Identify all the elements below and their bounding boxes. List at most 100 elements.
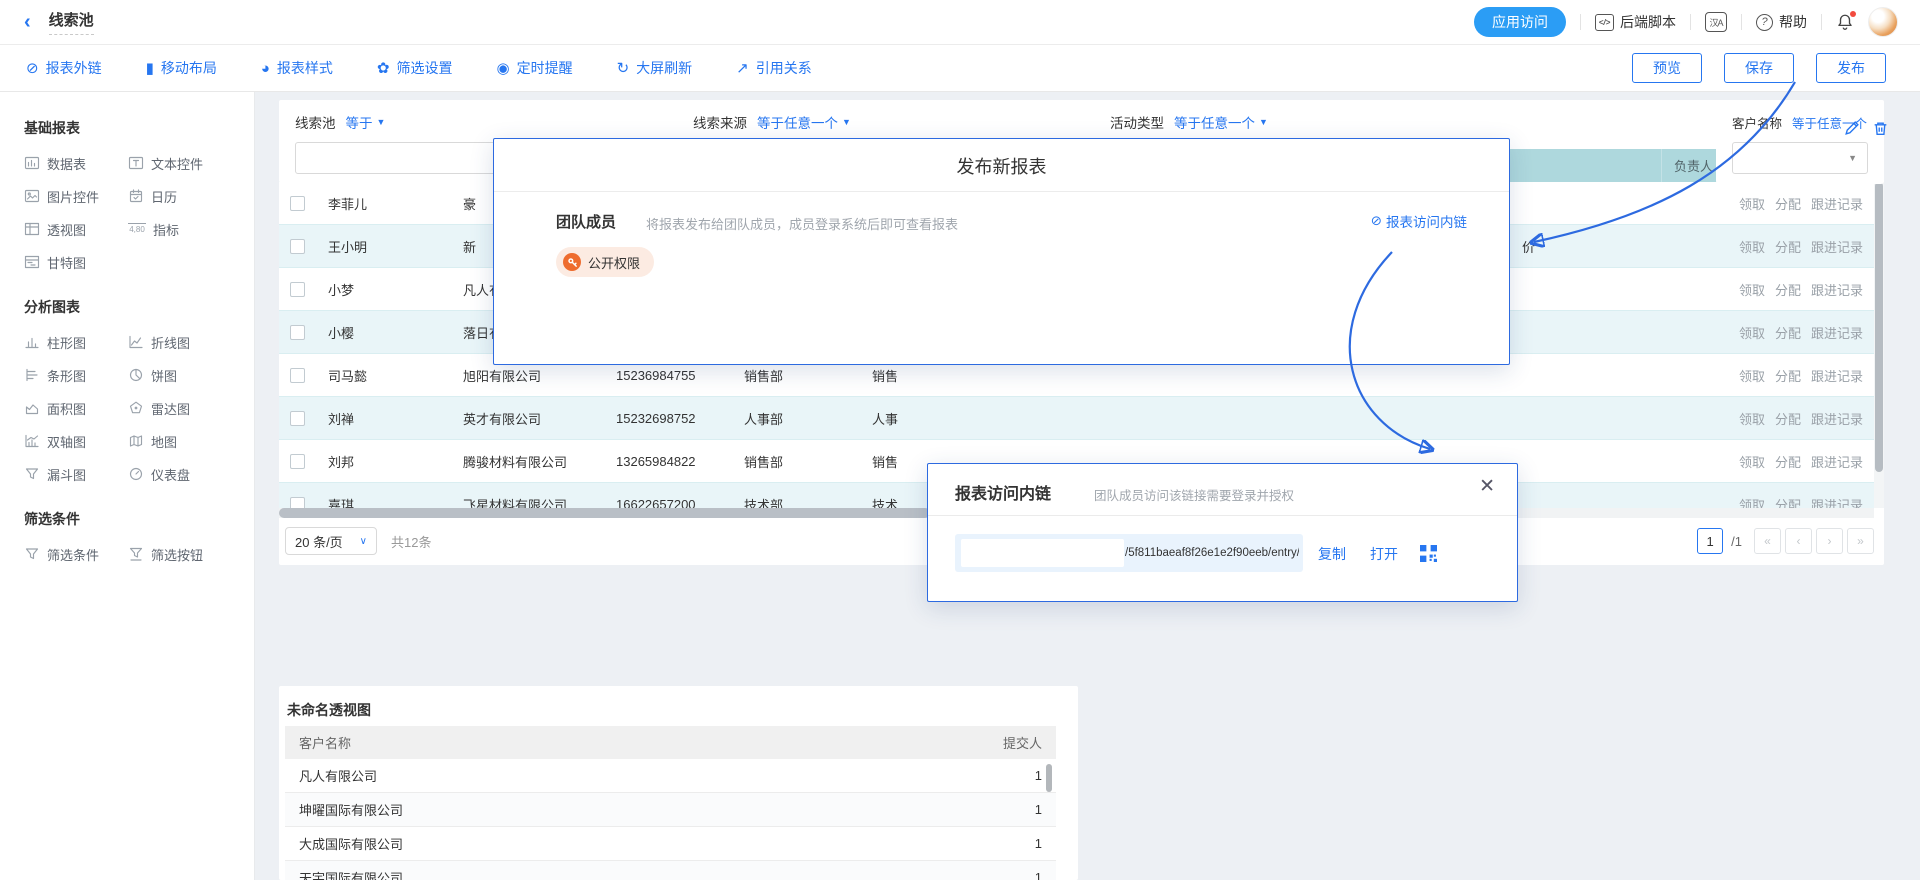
row-action-link[interactable]: 分配 xyxy=(1775,280,1801,299)
pager: 1 /1 « ‹ › » xyxy=(1697,528,1874,554)
row-action-link[interactable]: 分配 xyxy=(1775,237,1801,256)
row-action-link[interactable]: 领取 xyxy=(1739,495,1765,509)
row-checkbox[interactable] xyxy=(290,325,305,340)
filter-op-dropdown[interactable]: 等于任意一个▼ xyxy=(757,112,851,132)
row-action-link[interactable]: 领取 xyxy=(1739,194,1765,213)
toolbar-item-mobile-layout[interactable]: ▮移动布局 xyxy=(146,58,217,78)
sidebar-item-gantt[interactable]: 甘特图 xyxy=(24,253,128,271)
bar-chart-icon xyxy=(24,334,40,350)
notification-bell-icon[interactable] xyxy=(1836,13,1854,31)
open-button[interactable]: 打开 xyxy=(1370,544,1398,564)
filter-op-dropdown[interactable]: 等于▼ xyxy=(346,112,386,132)
row-action-link[interactable]: 分配 xyxy=(1775,323,1801,342)
sidebar-item-filter-button[interactable]: 筛选按钮 xyxy=(128,545,232,563)
current-page-input[interactable]: 1 xyxy=(1697,528,1723,554)
sidebar-item-hbar-chart[interactable]: 条形图 xyxy=(24,366,128,384)
row-checkbox[interactable] xyxy=(290,282,305,297)
report-access-link[interactable]: ⊘报表访问内链 xyxy=(1371,211,1467,231)
toolbar-item-reference-relation[interactable]: ↗引用关系 xyxy=(736,58,812,78)
row-action-link[interactable]: 跟进记录 xyxy=(1811,495,1863,509)
row-checkbox-cell xyxy=(279,354,316,396)
sidebar-item-calendar[interactable]: 日历 xyxy=(128,187,232,205)
next-page-button[interactable]: › xyxy=(1816,528,1843,554)
vertical-scrollbar-thumb[interactable] xyxy=(1875,182,1883,472)
sidebar-item-bar-chart[interactable]: 柱形图 xyxy=(24,333,128,351)
help-button[interactable]: ? 帮助 xyxy=(1756,12,1807,32)
sidebar-item-area-chart[interactable]: 面积图 xyxy=(24,399,128,417)
row-action-link[interactable]: 跟进记录 xyxy=(1811,323,1863,342)
sidebar-item-line-chart[interactable]: 折线图 xyxy=(128,333,232,351)
row-action-link[interactable]: 分配 xyxy=(1775,194,1801,213)
sidebar-item-image-widget[interactable]: 图片控件 xyxy=(24,187,128,205)
row-checkbox[interactable] xyxy=(290,196,305,211)
row-checkbox[interactable] xyxy=(290,239,305,254)
row-action-link[interactable]: 跟进记录 xyxy=(1811,409,1863,428)
back-button[interactable]: ‹ xyxy=(24,12,31,32)
row-checkbox[interactable] xyxy=(290,454,305,469)
toolbar-item-external-link[interactable]: ⊘报表外链 xyxy=(26,58,102,78)
save-button[interactable]: 保存 xyxy=(1724,53,1794,83)
prev-page-button[interactable]: ‹ xyxy=(1785,528,1812,554)
row-action-link[interactable]: 跟进记录 xyxy=(1811,237,1863,256)
sidebar-item-pie-chart[interactable]: 饼图 xyxy=(128,366,232,384)
avatar[interactable] xyxy=(1868,7,1898,37)
sidebar-item-dual-axis-chart[interactable]: 双轴图 xyxy=(24,432,128,450)
app-access-button[interactable]: 应用访问 xyxy=(1474,7,1566,37)
row-action-link[interactable]: 领取 xyxy=(1739,280,1765,299)
row-checkbox[interactable] xyxy=(290,497,305,509)
copy-button[interactable]: 复制 xyxy=(1318,544,1346,564)
row-checkbox[interactable] xyxy=(290,368,305,383)
row-action-link[interactable]: 领取 xyxy=(1739,452,1765,471)
row-action-link[interactable]: 跟进记录 xyxy=(1811,194,1863,213)
first-page-button[interactable]: « xyxy=(1754,528,1781,554)
vertical-scrollbar[interactable] xyxy=(1874,182,1884,508)
row-action-link[interactable]: 领取 xyxy=(1739,366,1765,385)
pivot-scrollbar-thumb[interactable] xyxy=(1046,764,1052,792)
row-action-link[interactable]: 跟进记录 xyxy=(1811,452,1863,471)
preview-button[interactable]: 预览 xyxy=(1632,53,1702,83)
sidebar-item-pivot[interactable]: 透视图 xyxy=(24,220,128,238)
row-action-link[interactable]: 领取 xyxy=(1739,409,1765,428)
chevron-down-icon: ▼ xyxy=(377,117,386,127)
report-title[interactable]: 线索池 xyxy=(49,9,94,35)
row-action-link[interactable]: 领取 xyxy=(1739,323,1765,342)
sidebar-item-funnel-chart[interactable]: 漏斗图 xyxy=(24,465,128,483)
public-permission-tag[interactable]: 公开权限 xyxy=(556,247,654,277)
row-action-link[interactable]: 分配 xyxy=(1775,495,1801,509)
link-url-input[interactable]: /5f811baeaf8f26e1e2f90eeb/entry/5... xyxy=(955,534,1303,572)
pivot-submitter-cell: 1 xyxy=(888,827,1056,860)
sidebar-item-gauge[interactable]: 仪表盘 xyxy=(128,465,232,483)
row-action-link[interactable]: 分配 xyxy=(1775,452,1801,471)
publish-button[interactable]: 发布 xyxy=(1816,53,1886,83)
sidebar-item-text-widget[interactable]: 文本控件 xyxy=(128,154,232,172)
last-page-button[interactable]: » xyxy=(1847,528,1874,554)
close-icon[interactable]: ✕ xyxy=(1479,477,1495,496)
trash-icon[interactable] xyxy=(1872,120,1889,137)
sidebar-item-data-table[interactable]: 数据表 xyxy=(24,154,128,172)
row-checkbox[interactable] xyxy=(290,411,305,426)
horizontal-scrollbar-thumb[interactable] xyxy=(279,508,930,518)
row-action-link[interactable]: 分配 xyxy=(1775,366,1801,385)
row-action-link[interactable]: 跟进记录 xyxy=(1811,366,1863,385)
language-icon[interactable]: 汉A xyxy=(1705,12,1727,32)
map-icon xyxy=(128,433,144,449)
toolbar-item-filter-settings[interactable]: ✿筛选设置 xyxy=(377,58,453,78)
row-action-link[interactable]: 分配 xyxy=(1775,409,1801,428)
sidebar-item-metric[interactable]: 4,80指标 xyxy=(128,220,232,238)
sidebar-item-map[interactable]: 地图 xyxy=(128,432,232,450)
filter-op-dropdown[interactable]: 等于任意一个▼ xyxy=(1174,112,1268,132)
toolbar-item-screen-refresh[interactable]: ↻大屏刷新 xyxy=(617,58,693,78)
sidebar-item-filter-condition[interactable]: 筛选条件 xyxy=(24,545,128,563)
toolbar-item-report-style[interactable]: ◕报表样式 xyxy=(261,58,333,78)
component-sidebar: 基础报表 数据表 文本控件 图片控件 日历 透视图 4,80指标 甘特图 分析图… xyxy=(0,92,255,880)
filter-value-dropdown[interactable]: ▼ xyxy=(1732,142,1868,174)
table-cell: 销售部 xyxy=(732,440,860,482)
row-action-link[interactable]: 领取 xyxy=(1739,237,1765,256)
edit-icon[interactable] xyxy=(1843,120,1860,137)
row-action-link[interactable]: 跟进记录 xyxy=(1811,280,1863,299)
qr-code-icon[interactable] xyxy=(1420,545,1437,562)
toolbar-item-timed-reminder[interactable]: ◉定时提醒 xyxy=(496,58,572,78)
backend-script-button[interactable]: </> 后端脚本 xyxy=(1595,12,1676,32)
page-size-select[interactable]: 20 条/页∨ xyxy=(285,527,377,555)
sidebar-item-radar-chart[interactable]: 雷达图 xyxy=(128,399,232,417)
